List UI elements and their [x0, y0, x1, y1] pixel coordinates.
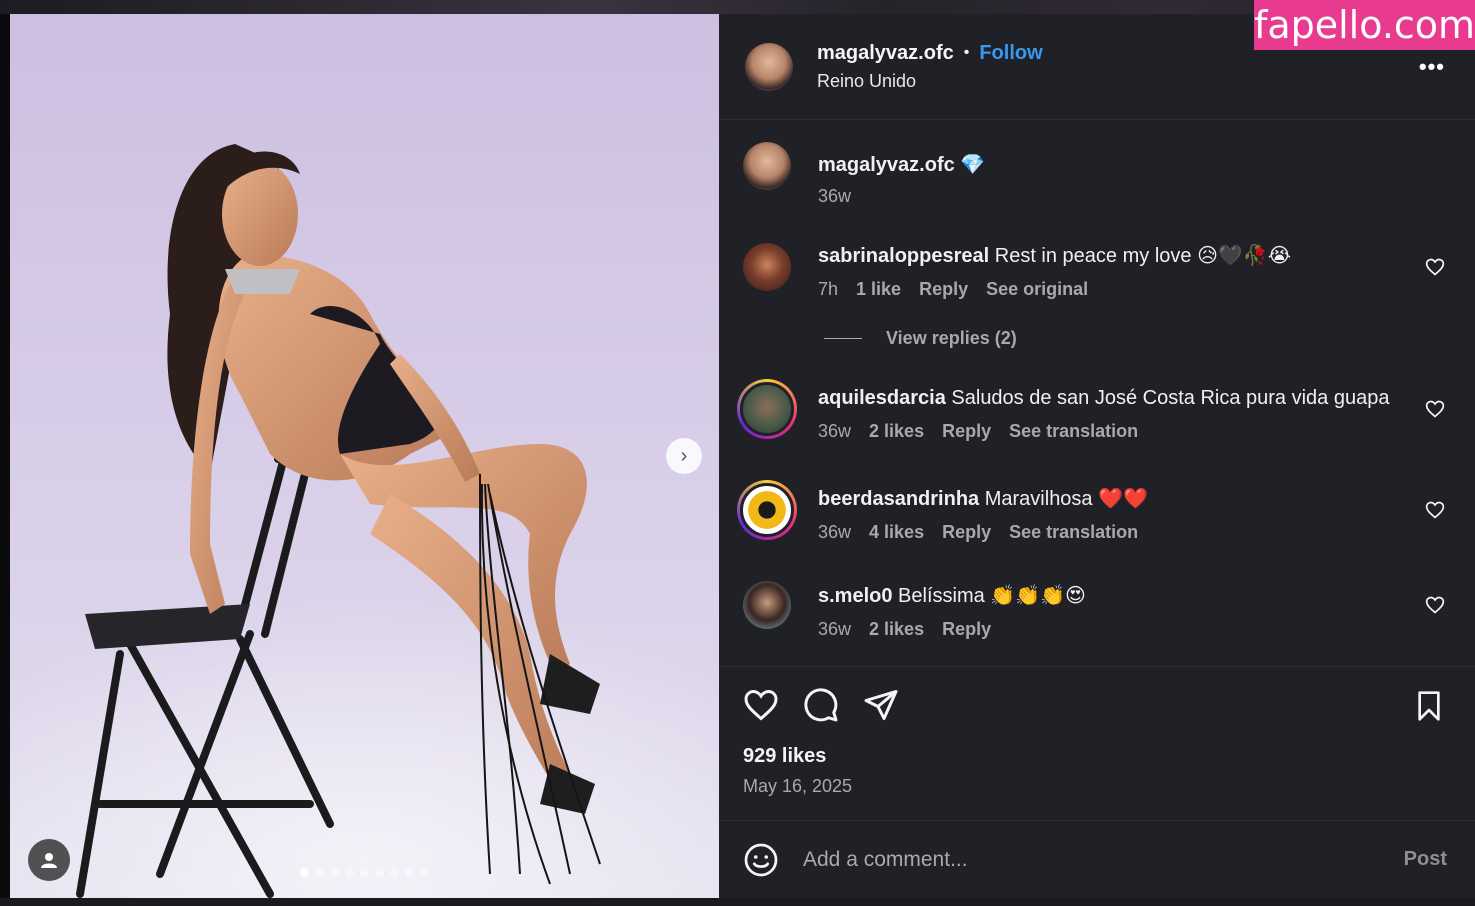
- comment-bubble-icon[interactable]: [803, 687, 839, 723]
- comment-text: Saludos de san José Costa Rica pura vida…: [951, 387, 1390, 409]
- commenter-username[interactable]: aquilesdarcia: [818, 387, 946, 409]
- chevron-right-icon: ›: [680, 444, 688, 467]
- like-comment-heart-icon[interactable]: [1425, 257, 1445, 277]
- reply-button[interactable]: Reply: [942, 421, 991, 442]
- next-slide-button[interactable]: ›: [666, 438, 702, 474]
- author-avatar[interactable]: [743, 142, 791, 190]
- separator-dot: •: [963, 44, 970, 61]
- post-photo: [10, 144, 719, 898]
- reply-button[interactable]: Reply: [919, 279, 968, 300]
- post-media: ›: [10, 14, 719, 898]
- comment-text: Maravilhosa ❤️❤️: [984, 488, 1148, 510]
- carousel-dot: [420, 868, 429, 877]
- like-comment-heart-icon[interactable]: [1425, 399, 1445, 419]
- comment-likes[interactable]: 2 likes: [869, 619, 924, 640]
- post-modal: › magalyvaz.ofc • Follow Reino Unido •••: [10, 14, 1475, 898]
- commenter-avatar[interactable]: [743, 581, 791, 629]
- carousel-dot: [300, 868, 309, 877]
- caption-age: 36w: [818, 186, 852, 206]
- comment-likes[interactable]: 4 likes: [869, 522, 924, 543]
- post-location[interactable]: Reino Unido: [817, 71, 1043, 92]
- post-side-panel: magalyvaz.ofc • Follow Reino Unido ••• m…: [719, 14, 1475, 898]
- replies-divider-line: [824, 338, 862, 339]
- background-page-bottom: [0, 898, 1475, 906]
- post-actions: 929 likes May 16, 2025: [719, 666, 1475, 820]
- like-comment-heart-icon[interactable]: [1425, 500, 1445, 520]
- view-replies-button[interactable]: View replies (2): [824, 328, 1451, 349]
- add-comment-bar: Post: [719, 820, 1475, 898]
- view-replies-label: View replies (2): [886, 328, 1017, 348]
- comment-likes[interactable]: 2 likes: [869, 421, 924, 442]
- post-date: May 16, 2025: [743, 776, 853, 796]
- more-options-button[interactable]: •••: [1419, 54, 1445, 80]
- carousel-dot: [405, 868, 414, 877]
- tagged-users-button[interactable]: [28, 839, 70, 881]
- commenter-avatar[interactable]: [743, 243, 791, 291]
- user-icon: [41, 853, 57, 868]
- emoji-smiley-icon[interactable]: [743, 842, 779, 878]
- caption: magalyvaz.ofc 💎 36w: [743, 142, 1451, 207]
- story-ring-avatar[interactable]: [737, 379, 797, 439]
- see-translation-button[interactable]: See translation: [1009, 522, 1138, 543]
- carousel-dot: [345, 868, 354, 877]
- comment: sabrinaloppesreal Rest in peace my love …: [743, 243, 1451, 300]
- author-username[interactable]: magalyvaz.ofc: [817, 42, 954, 65]
- commenter-username[interactable]: sabrinaloppesreal: [818, 245, 989, 267]
- carousel-dot: [360, 868, 369, 877]
- like-heart-icon[interactable]: [743, 687, 779, 723]
- carousel-indicator: [300, 868, 429, 877]
- commenter-username[interactable]: s.melo0: [818, 585, 892, 607]
- see-translation-button[interactable]: See translation: [1009, 421, 1138, 442]
- caption-username[interactable]: magalyvaz.ofc: [818, 154, 955, 176]
- comment-text: Rest in peace my love 😥🖤🥀😭: [994, 245, 1292, 267]
- post-comment-button[interactable]: Post: [1404, 848, 1447, 871]
- comment-age: 36w: [818, 421, 852, 441]
- comments-section[interactable]: magalyvaz.ofc 💎 36w sabrinaloppesreal Re…: [719, 120, 1475, 666]
- carousel-dot: [330, 868, 339, 877]
- reply-button[interactable]: Reply: [942, 619, 991, 640]
- like-comment-heart-icon[interactable]: [1425, 595, 1445, 615]
- story-ring-avatar[interactable]: [737, 480, 797, 540]
- carousel-dot: [390, 868, 399, 877]
- comment-text: Belíssima 👏👏👏😍: [898, 585, 1086, 607]
- commenter-username[interactable]: beerdasandrinha: [818, 488, 979, 510]
- carousel-dot: [375, 868, 384, 877]
- bookmark-icon[interactable]: [1413, 689, 1445, 723]
- share-paper-plane-icon[interactable]: [863, 687, 899, 723]
- comment: aquilesdarcia Saludos de san José Costa …: [737, 379, 1451, 442]
- comment-age: 36w: [818, 522, 852, 542]
- comment-input[interactable]: [803, 847, 1404, 872]
- author-info: magalyvaz.ofc • Follow Reino Unido: [817, 42, 1043, 92]
- watermark-logo: fapello.com: [1254, 0, 1475, 50]
- comment: s.melo0 Belíssima 👏👏👏😍 36w 2 likes Reply: [743, 581, 1451, 640]
- reply-button[interactable]: Reply: [942, 522, 991, 543]
- see-original-button[interactable]: See original: [986, 279, 1088, 300]
- comment: beerdasandrinha Maravilhosa ❤️❤️ 36w 4 l…: [737, 480, 1451, 543]
- comment-age: 7h: [818, 279, 839, 299]
- follow-button[interactable]: Follow: [979, 42, 1042, 65]
- comment-likes[interactable]: 1 like: [856, 279, 901, 300]
- author-avatar[interactable]: [745, 42, 793, 91]
- comment-age: 36w: [818, 619, 852, 639]
- carousel-dot: [315, 868, 324, 877]
- verified-gem-icon: 💎: [960, 154, 986, 176]
- likes-count[interactable]: 929 likes: [743, 745, 1451, 768]
